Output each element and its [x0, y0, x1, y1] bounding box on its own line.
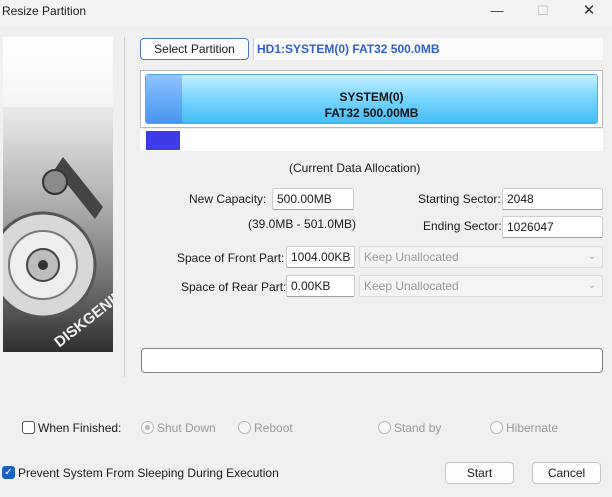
- rear-part-label: Space of Rear Part:: [181, 280, 287, 294]
- data-allocation-fill: [146, 131, 180, 150]
- data-allocation-bar: [140, 129, 603, 151]
- diskgenius-hard-disk-image: DISKGENIUS: [3, 37, 113, 352]
- partition-info: FAT32 500.00MB: [324, 106, 419, 120]
- title-bar: Resize Partition — ☐ ✕: [0, 0, 612, 26]
- front-part-input[interactable]: 1004.00KB: [286, 246, 355, 268]
- capacity-range: (39.0MB - 501.0MB): [248, 217, 357, 231]
- when-finished-checkbox[interactable]: [22, 421, 35, 434]
- prevent-sleep-label: Prevent System From Sleeping During Exec…: [18, 466, 279, 480]
- stand-by-radio: [378, 421, 391, 434]
- allocation-caption: (Current Data Allocation): [289, 161, 421, 175]
- new-capacity-input[interactable]: 500.00MB: [272, 188, 354, 210]
- hard-disk-icon: DISKGENIUS: [3, 37, 113, 351]
- rear-part-input[interactable]: 0.00KB: [286, 275, 355, 297]
- starting-sector-label: Starting Sector:: [418, 192, 501, 206]
- rear-part-dropdown: Keep Unallocated ⌄: [359, 275, 603, 297]
- ending-sector-label: Ending Sector:: [423, 219, 502, 233]
- new-capacity-label: New Capacity:: [189, 192, 267, 206]
- partition-bar-fill: SYSTEM(0) FAT32 500.00MB: [145, 74, 598, 124]
- maximize-button: ☐: [537, 3, 549, 18]
- chevron-down-icon: ⌄: [587, 251, 596, 262]
- hibernate-radio: [490, 421, 503, 434]
- close-button[interactable]: ✕: [566, 0, 612, 24]
- shut-down-radio: [141, 421, 154, 434]
- rear-part-option: Keep Unallocated: [364, 279, 459, 293]
- window-title: Resize Partition: [2, 4, 87, 18]
- start-button[interactable]: Start: [445, 462, 514, 484]
- partition-name: SYSTEM(0): [339, 90, 404, 104]
- front-part-label: Space of Front Part:: [177, 251, 285, 265]
- reboot-label: Reboot: [254, 421, 293, 435]
- disk-label: HD1:SYSTEM(0) FAT32 500.0MB: [253, 38, 603, 60]
- partition-bar[interactable]: SYSTEM(0) FAT32 500.00MB: [140, 70, 603, 128]
- starting-sector-input[interactable]: 2048: [502, 188, 603, 210]
- minimize-button[interactable]: —: [474, 0, 520, 24]
- front-part-option: Keep Unallocated: [364, 250, 459, 264]
- ending-sector-input[interactable]: 1026047: [502, 216, 603, 238]
- select-partition-button[interactable]: Select Partition: [140, 38, 249, 60]
- vertical-divider: [124, 37, 125, 377]
- front-part-dropdown: Keep Unallocated ⌄: [359, 246, 603, 268]
- hibernate-label: Hibernate: [506, 421, 559, 435]
- reboot-radio: [238, 421, 251, 434]
- when-finished-label: When Finished:: [38, 421, 122, 435]
- progress-bar: [141, 348, 603, 373]
- cancel-button[interactable]: Cancel: [532, 462, 601, 484]
- stand-by-label: Stand by: [394, 421, 442, 435]
- chevron-down-icon: ⌄: [587, 280, 596, 291]
- shut-down-label: Shut Down: [157, 421, 216, 435]
- prevent-sleep-checkbox[interactable]: ✓: [2, 466, 15, 479]
